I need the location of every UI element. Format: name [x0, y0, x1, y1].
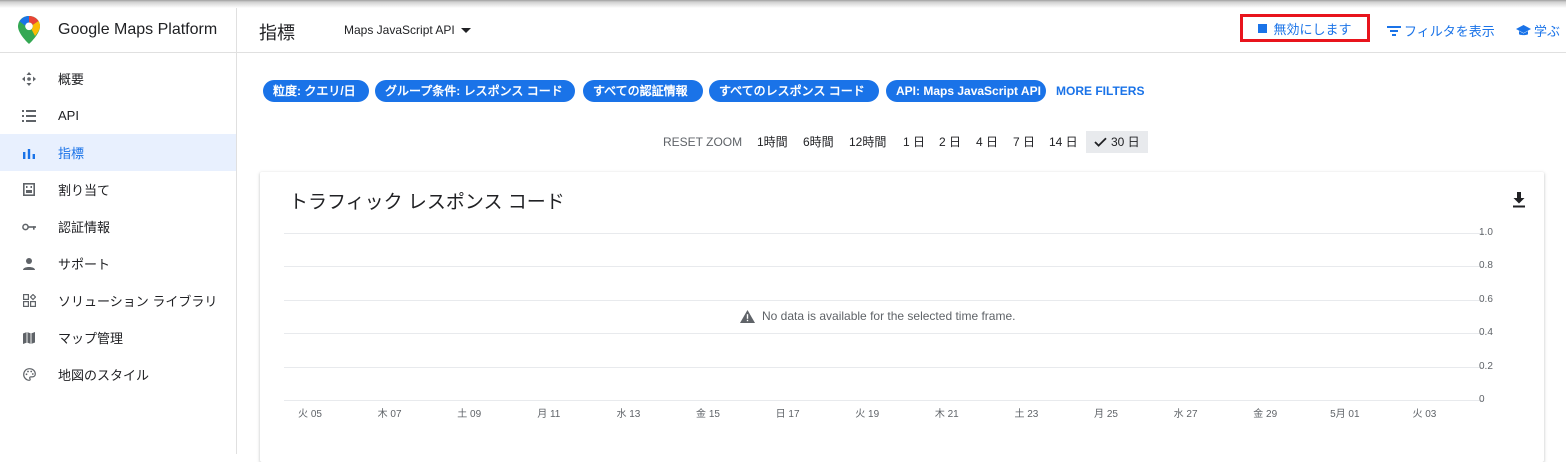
- zoom-option-4d[interactable]: 4 日: [976, 131, 998, 153]
- sidebar-item-label: 認証情報: [58, 220, 111, 235]
- zoom-option-30d[interactable]: 30 日: [1086, 131, 1148, 153]
- filter-chip-granularity[interactable]: 粒度: クエリ/日: [263, 80, 369, 102]
- page-title: 指標: [259, 23, 295, 43]
- no-data-message: No data is available for the selected ti…: [740, 309, 1015, 323]
- learn-label: 学ぶ: [1534, 24, 1561, 39]
- y-tick-label: 0.6: [1479, 293, 1493, 305]
- sidebar-item-label: 割り当て: [58, 183, 111, 198]
- filter-icon: [1387, 25, 1401, 36]
- sidebar-item-label: API: [58, 108, 79, 123]
- quota-icon: [21, 182, 37, 198]
- show-filters-button[interactable]: フィルタを表示: [1387, 21, 1495, 40]
- x-tick-label: 金 15: [696, 409, 720, 420]
- sidebar-item-api[interactable]: API: [0, 97, 236, 134]
- traffic-chart-card: トラフィック レスポンス コード No data is available fo…: [260, 172, 1544, 462]
- header-divider: [236, 8, 237, 52]
- filter-chip-response-codes[interactable]: すべてのレスポンス コード: [709, 80, 879, 102]
- sidebar-item-map-styles[interactable]: 地図のスタイル: [0, 356, 236, 393]
- app-header: Google Maps Platform 指標 Maps JavaScript …: [0, 8, 1566, 53]
- x-tick-label: 月 11: [537, 409, 561, 420]
- no-data-text: No data is available for the selected ti…: [762, 309, 1016, 323]
- disable-api-button[interactable]: 無効にします: [1240, 14, 1370, 42]
- x-tick-label: 土 09: [457, 409, 482, 420]
- key-icon: [21, 219, 37, 235]
- sidebar-item-label: 概要: [58, 72, 85, 87]
- sidebar-item-overview[interactable]: 概要: [0, 60, 236, 97]
- disable-api-label: 無効にします: [1273, 21, 1352, 37]
- gridline: [284, 299, 1484, 301]
- bar-chart-icon: [21, 145, 37, 161]
- chart-title: トラフィック レスポンス コード: [289, 192, 565, 213]
- zoom-option-1h[interactable]: 1時間: [757, 131, 788, 153]
- zoom-option-1d[interactable]: 1 日: [903, 131, 925, 153]
- sidebar-item-label: 指標: [58, 146, 85, 161]
- x-tick-label: 5月 01: [1330, 409, 1360, 420]
- sidebar-item-label: ソリューション ライブラリ: [58, 294, 218, 309]
- list-icon: [21, 108, 37, 124]
- x-tick-label: 土 23: [1014, 409, 1039, 420]
- x-tick-label: 金 29: [1253, 409, 1278, 420]
- gridline: [284, 333, 1484, 335]
- api-selector-value: Maps JavaScript API: [344, 23, 455, 37]
- gridline: [284, 400, 1484, 401]
- sidebar-item-credentials[interactable]: 認証情報: [0, 208, 236, 245]
- zoom-option-30d-label: 30 日: [1111, 135, 1140, 149]
- check-icon: [1094, 137, 1107, 147]
- x-tick-label: 木 21: [934, 409, 959, 420]
- reset-zoom-button[interactable]: RESET ZOOM: [663, 131, 742, 153]
- sidebar-item-label: マップ管理: [58, 331, 124, 346]
- more-filters-link[interactable]: MORE FILTERS: [1056, 84, 1144, 98]
- person-icon: [21, 256, 37, 272]
- window-top-edge: [0, 0, 1566, 8]
- y-tick-label: 0.2: [1479, 360, 1493, 372]
- zoom-option-6h[interactable]: 6時間: [803, 131, 834, 153]
- x-tick-label: 水 13: [616, 409, 641, 420]
- x-tick-label: 火 19: [855, 409, 880, 420]
- download-icon[interactable]: [1512, 192, 1526, 208]
- filter-chip-credentials[interactable]: すべての認証情報: [583, 80, 703, 102]
- api-selector-dropdown[interactable]: Maps JavaScript API: [344, 23, 471, 37]
- filter-chip-api[interactable]: API: Maps JavaScript API: [886, 80, 1046, 102]
- gridline: [284, 366, 1484, 368]
- y-tick-label: 0.8: [1479, 260, 1493, 272]
- sidebar-item-label: サポート: [58, 257, 111, 272]
- brand-name: Google Maps Platform: [58, 21, 218, 38]
- x-tick-label: 日 17: [775, 409, 800, 420]
- show-filters-label: フィルタを表示: [1404, 24, 1495, 39]
- library-icon: [21, 293, 37, 309]
- sidebar-item-map-management[interactable]: マップ管理: [0, 319, 236, 356]
- y-tick-label: 0: [1479, 394, 1485, 405]
- sidebar-item-support[interactable]: サポート: [0, 245, 236, 282]
- sidebar-nav: 概要 API 指標 割り当て 認証情報 サポート ソリューション ライブラリ マ…: [0, 53, 237, 454]
- zoom-option-2d[interactable]: 2 日: [939, 131, 961, 153]
- y-tick-label: 1.0: [1479, 227, 1493, 238]
- sidebar-item-quota[interactable]: 割り当て: [0, 171, 236, 208]
- google-maps-logo-icon[interactable]: [16, 15, 42, 45]
- map-icon: [21, 330, 37, 346]
- filter-chip-group-by[interactable]: グループ条件: レスポンス コード: [375, 80, 575, 102]
- sidebar-item-metrics[interactable]: 指標: [0, 134, 236, 171]
- x-tick-label: 水 27: [1173, 409, 1198, 420]
- palette-icon: [21, 367, 37, 383]
- learn-button[interactable]: 学ぶ: [1516, 21, 1560, 40]
- y-tick-label: 0.4: [1479, 327, 1493, 339]
- x-tick-label: 月 25: [1094, 409, 1118, 420]
- x-tick-label: 火 05: [298, 409, 322, 420]
- overview-icon: [21, 71, 37, 87]
- gridline: [284, 233, 1484, 234]
- zoom-option-14d[interactable]: 14 日: [1049, 131, 1078, 153]
- zoom-option-7d[interactable]: 7 日: [1013, 131, 1035, 153]
- warning-icon: [740, 309, 755, 323]
- stop-icon: [1258, 23, 1268, 33]
- x-tick-label: 木 07: [377, 409, 402, 420]
- school-icon: [1516, 24, 1531, 35]
- sidebar-item-solutions-library[interactable]: ソリューション ライブラリ: [0, 282, 236, 319]
- sidebar-item-label: 地図のスタイル: [58, 368, 150, 383]
- gridline: [284, 266, 1484, 268]
- chevron-down-icon: [460, 27, 471, 33]
- zoom-option-12h[interactable]: 12時間: [849, 131, 886, 153]
- x-tick-label: 火 03: [1412, 409, 1437, 420]
